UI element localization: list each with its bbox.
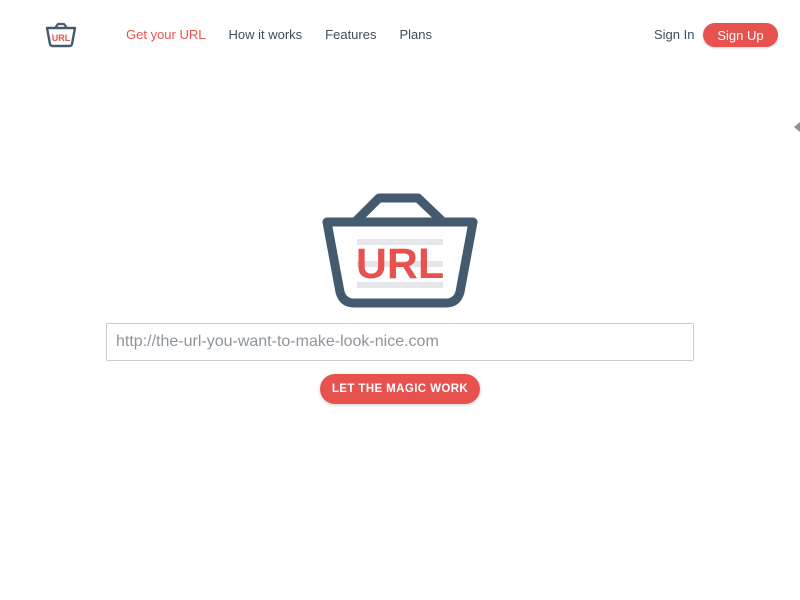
nav-get-your-url[interactable]: Get your URL xyxy=(126,27,205,43)
main-nav: Get your URL How it works Features Plans xyxy=(126,27,455,43)
nav-how-it-works[interactable]: How it works xyxy=(228,27,302,43)
nav-features[interactable]: Features xyxy=(325,27,376,43)
let-the-magic-work-button[interactable]: LET THE MAGIC WORK xyxy=(320,374,480,404)
page: URL Get your URL How it works Features P… xyxy=(0,0,800,600)
basket-logo-icon[interactable]: URL xyxy=(44,21,78,49)
nav-plans[interactable]: Plans xyxy=(399,27,432,43)
url-input[interactable] xyxy=(106,323,694,361)
hero-logo-text: URL xyxy=(356,240,444,288)
sign-up-button[interactable]: Sign Up xyxy=(703,23,778,47)
sign-in-link[interactable]: Sign In xyxy=(654,27,694,43)
caret-left-icon[interactable] xyxy=(794,122,800,132)
logo-text: URL xyxy=(52,33,71,43)
basket-hero-icon: URL xyxy=(322,193,478,308)
